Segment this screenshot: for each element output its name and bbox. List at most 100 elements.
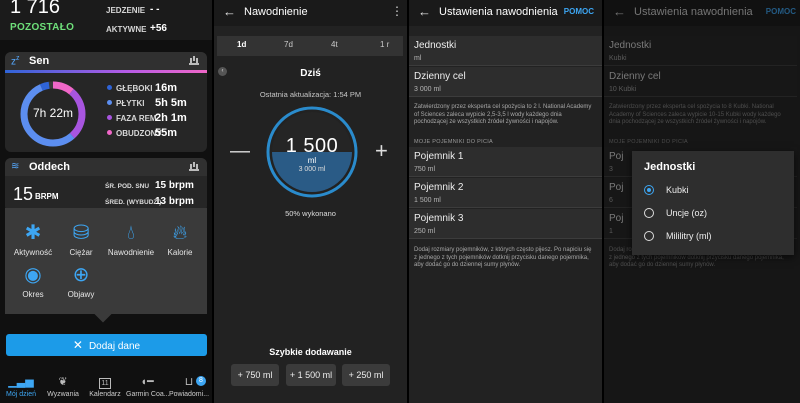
remaining-label: POZOSTAŁO bbox=[10, 22, 75, 33]
goal-note: Zatwierdzony przez eksperta cel spożycia… bbox=[414, 104, 592, 125]
settings-title: Ustawienia nawodnienia bbox=[439, 6, 558, 18]
cycle-icon: ◉ bbox=[24, 264, 42, 286]
home-icon: ▁▃▅ bbox=[8, 376, 34, 388]
sleep-card[interactable]: zz Sen 7h 22m GŁĘBOKI 16m PŁYTKI 5h 5m F… bbox=[5, 52, 207, 152]
units-dialog: Jednostki Kubki Uncje (oz) Mililitry (ml… bbox=[632, 151, 794, 255]
settings-app-bar: ← Ustawienia nawodnienia POMOC bbox=[409, 0, 602, 26]
hydration-title: Nawodnienie bbox=[244, 6, 308, 18]
daily-goal-setting[interactable]: Dzienny cel 3 000 ml bbox=[409, 67, 602, 97]
quick-add-250-button[interactable]: + 250 ml bbox=[342, 364, 390, 386]
radio-icon[interactable] bbox=[644, 231, 654, 241]
quick-add-750-button[interactable]: + 750 ml bbox=[231, 364, 279, 386]
hydration-option-label: Nawodnienie bbox=[107, 248, 155, 257]
today-label: Dziś bbox=[300, 68, 321, 79]
lungs-icon: ≋ bbox=[11, 161, 20, 172]
sleep-title: Sen bbox=[29, 55, 50, 67]
period-option[interactable]: ◉ Okres bbox=[8, 262, 58, 299]
tab-4t[interactable]: 4t bbox=[331, 40, 338, 49]
decrease-button[interactable]: — bbox=[230, 140, 250, 163]
nav-challenges[interactable]: ❦ Wyzwania bbox=[42, 372, 84, 403]
last-update: Ostatnia aktualizacja: 1:54 PM bbox=[259, 90, 362, 99]
whistle-icon: ◖━ bbox=[140, 376, 154, 388]
hydration-settings-screen: ← Ustawienia nawodnienia POMOC Jednostki… bbox=[409, 0, 602, 403]
breath-card[interactable]: ≋ Oddech 15 BRPM ŚR. POD. SNU 15 brpm ŚR… bbox=[5, 158, 207, 212]
sleep-legend-rem: FAZA REM bbox=[107, 114, 157, 123]
breath-avg-awake-label: ŚRED. (WYBUDZ.) bbox=[105, 199, 162, 206]
intake-value: 1 500 bbox=[285, 135, 339, 157]
active-value: +56 bbox=[150, 23, 167, 34]
activity-option-label: Aktywność bbox=[13, 248, 53, 257]
food-value: - - bbox=[150, 4, 160, 15]
flame-icon: 🔥︎ bbox=[172, 222, 188, 244]
hydration-screen: ← Nawodnienie ⋮ 1d 7d 4t 1 r ‹ Dziś Osta… bbox=[214, 0, 407, 403]
container-1-setting[interactable]: Pojemnik 1 750 ml bbox=[409, 147, 602, 177]
sleep-legend-awake: OBUDZONY bbox=[107, 129, 162, 138]
units-setting[interactable]: Jednostki ml bbox=[409, 36, 602, 66]
quick-add-title: Szybkie dodawanie bbox=[269, 347, 352, 357]
bottom-navigation: ▁▃▅ Mój dzień ❦ Wyzwania 11 Kalendarz ◖━… bbox=[0, 372, 212, 403]
drop-icon: 💧︎ bbox=[127, 222, 135, 244]
intake-unit: ml bbox=[307, 156, 317, 165]
back-arrow-icon[interactable]: ← bbox=[418, 4, 431, 19]
radio-selected-icon[interactable] bbox=[644, 185, 654, 195]
hydration-option[interactable]: 💧︎ Nawodnienie bbox=[106, 220, 156, 257]
bar-chart-icon[interactable] bbox=[189, 57, 199, 65]
radio-icon[interactable] bbox=[644, 208, 654, 218]
close-icon: ✕ bbox=[72, 338, 83, 352]
goal-value: 3 000 ml bbox=[298, 166, 326, 173]
unit-option-ounces[interactable]: Uncje (oz) bbox=[644, 206, 784, 222]
add-data-menu: ✱ Aktywność ⛁ Ciężar 💧︎ Nawodnienie 🔥︎ K… bbox=[5, 208, 207, 314]
person-icon: ✱ bbox=[24, 222, 42, 244]
sleep-rem-value: 2h 1m bbox=[155, 112, 187, 124]
food-label: JEDZENIE bbox=[106, 6, 146, 15]
symptoms-option[interactable]: ⊕ Objawy bbox=[56, 262, 106, 299]
tab-1r[interactable]: 1 r bbox=[380, 40, 389, 49]
weight-option[interactable]: ⛁ Ciężar bbox=[56, 220, 106, 257]
plus-circle-icon: ⊕ bbox=[72, 264, 90, 286]
back-arrow-icon[interactable]: ← bbox=[223, 4, 236, 19]
calories-option-label: Kalorie bbox=[167, 248, 193, 257]
sleep-deep-value: 16m bbox=[155, 82, 178, 94]
weight-option-label: Ciężar bbox=[69, 248, 93, 257]
bar-chart-icon[interactable] bbox=[189, 163, 199, 171]
nav-calendar[interactable]: 11 Kalendarz bbox=[84, 372, 126, 403]
add-data-button[interactable]: ✕ Dodaj dane bbox=[6, 334, 207, 356]
sleep-legend-deep: GŁĘBOKI bbox=[107, 84, 152, 93]
tab-7d[interactable]: 7d bbox=[284, 40, 293, 49]
scale-icon: ⛁ bbox=[72, 222, 90, 244]
help-link[interactable]: POMOC bbox=[564, 7, 594, 16]
symptoms-option-label: Objawy bbox=[67, 290, 95, 299]
sleep-zzz-icon: zz bbox=[11, 55, 20, 68]
containers-section: MOJE POJEMNIKI DO PICIA bbox=[414, 139, 494, 145]
period-tabs: 1d 7d 4t 1 r bbox=[217, 36, 403, 56]
my-day-screen: 1 716 POZOSTAŁO JEDZENIE - - AKTYWNE +56… bbox=[0, 0, 212, 403]
breath-avg-awake-value: 13 brpm bbox=[155, 196, 194, 207]
nav-notifications[interactable]: ⊔ Powiadomi... 8 bbox=[168, 372, 210, 403]
activity-option[interactable]: ✱ Aktywność bbox=[8, 220, 58, 257]
breath-title: Oddech bbox=[29, 161, 70, 173]
nav-garmin-coach[interactable]: ◖━ Garmin Coa... bbox=[126, 372, 170, 403]
breath-value: 15 bbox=[13, 184, 34, 204]
container-3-setting[interactable]: Pojemnik 3 250 ml bbox=[409, 209, 602, 239]
calendar-icon: 11 bbox=[99, 378, 111, 389]
sleep-gradient-line bbox=[5, 70, 207, 73]
sleep-card-header: zz Sen bbox=[5, 52, 207, 70]
breath-avg-sleep-value: 15 brpm bbox=[155, 180, 194, 191]
tab-1d[interactable]: 1d bbox=[237, 40, 246, 49]
units-dialog-title: Jednostki bbox=[644, 161, 696, 173]
notification-badge: 8 bbox=[196, 376, 206, 386]
hydration-app-bar: ← Nawodnienie ⋮ bbox=[214, 0, 407, 26]
calories-option[interactable]: 🔥︎ Kalorie bbox=[155, 220, 205, 257]
increase-button[interactable]: + bbox=[375, 138, 388, 164]
calories-summary[interactable]: 1 716 POZOSTAŁO JEDZENIE - - AKTYWNE +56 bbox=[0, 0, 212, 40]
more-vert-icon[interactable]: ⋮ bbox=[391, 4, 403, 18]
breath-avg-sleep-label: ŚR. POD. SNU bbox=[105, 183, 150, 190]
container-2-setting[interactable]: Pojemnik 2 1 500 ml bbox=[409, 178, 602, 208]
nav-my-day[interactable]: ▁▃▅ Mój dzień bbox=[0, 372, 42, 403]
sleep-total: 7h 22m bbox=[32, 106, 74, 120]
unit-option-milliliters[interactable]: Mililitry (ml) bbox=[644, 229, 784, 245]
laurel-icon: ❦ bbox=[58, 376, 68, 388]
sleep-light-value: 5h 5m bbox=[155, 97, 187, 109]
unit-option-cups[interactable]: Kubki bbox=[644, 183, 784, 199]
quick-add-1500-button[interactable]: + 1 500 ml bbox=[286, 364, 336, 386]
